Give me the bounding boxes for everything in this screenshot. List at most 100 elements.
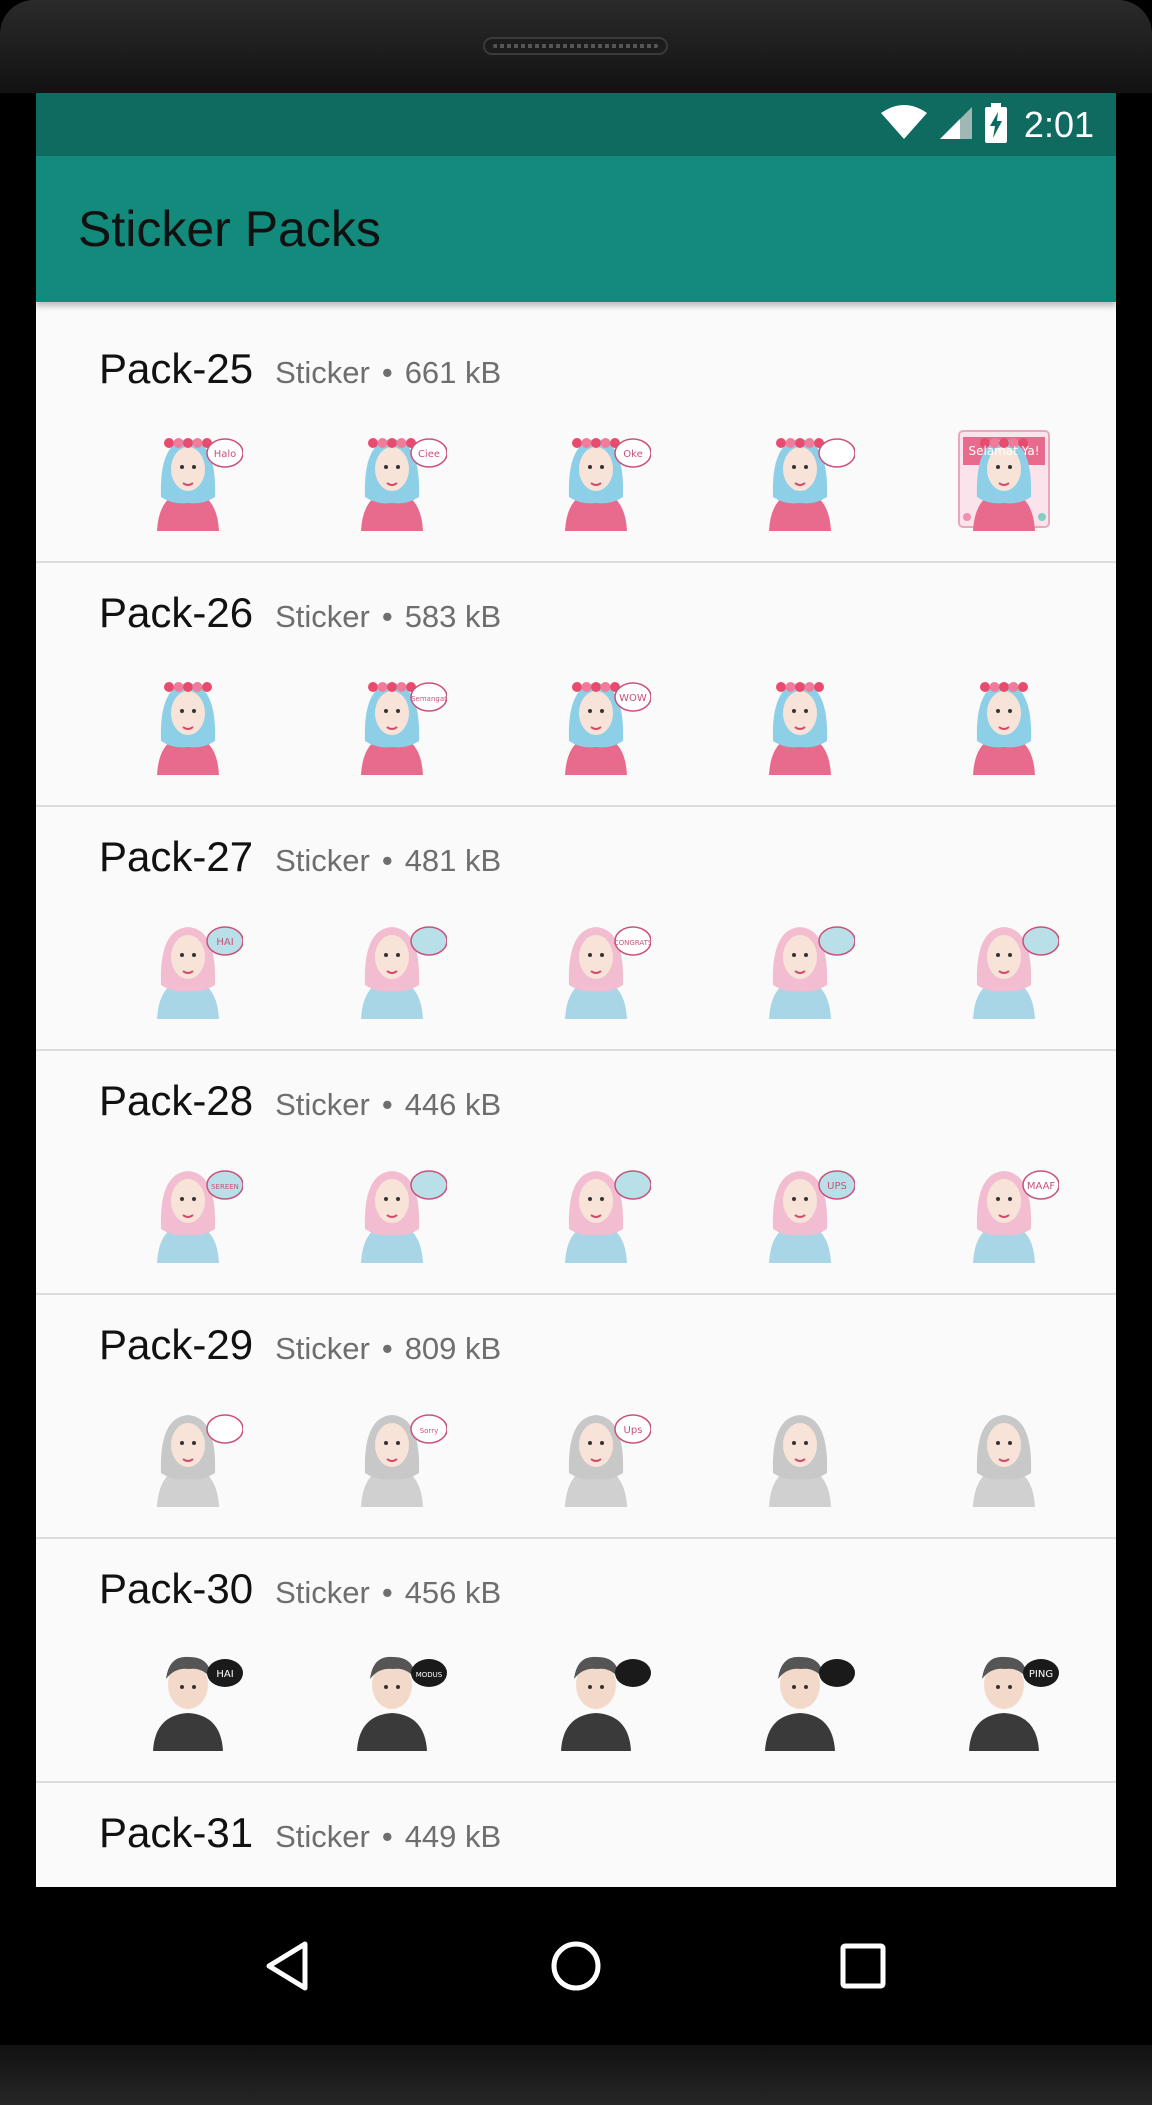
pack-type: Sticker bbox=[275, 599, 370, 634]
pack-header: Pack-26 Sticker • 583 kB bbox=[99, 589, 501, 637]
sticker-preview-row: Semangat WOW bbox=[86, 667, 1106, 777]
hijab-girl-sticker-icon: SEREEN bbox=[86, 1155, 290, 1265]
pack-type: Sticker bbox=[275, 355, 370, 390]
pack-size: 481 kB bbox=[404, 843, 502, 878]
young-man-sticker-icon bbox=[494, 1643, 698, 1753]
hijab-girl-sticker-icon bbox=[494, 1155, 698, 1265]
list-item[interactable]: Pack-27 Sticker • 481 kB HAI CONGRATS bbox=[36, 807, 1116, 1051]
svg-text:PING: PING bbox=[1029, 1669, 1053, 1680]
hijab-girl-sticker-icon: WOW bbox=[494, 667, 698, 777]
recents-icon[interactable] bbox=[828, 1931, 898, 2001]
svg-text:Halo: Halo bbox=[214, 449, 237, 460]
svg-text:Ciee: Ciee bbox=[418, 449, 440, 460]
hijab-girl-sticker-icon bbox=[902, 911, 1106, 1021]
meta-separator: • bbox=[381, 1819, 393, 1854]
pack-header: Pack-29 Sticker • 809 kB bbox=[99, 1321, 501, 1369]
sticker-preview-row: HAI MODUS PING bbox=[86, 1643, 1106, 1753]
svg-text:CONGRATS: CONGRATS bbox=[614, 939, 651, 947]
home-icon[interactable] bbox=[541, 1931, 611, 2001]
phone-screen: 2:01 Sticker Packs Pack-25 Sticker • 661 kB… bbox=[36, 93, 1116, 2045]
svg-text:HAI: HAI bbox=[216, 1669, 233, 1680]
pack-name: Pack-30 bbox=[99, 1565, 254, 1612]
meta-separator: • bbox=[381, 1575, 393, 1610]
hijab-girl-sticker-icon: Ciee bbox=[290, 423, 494, 533]
status-time: 2:01 bbox=[1023, 104, 1094, 145]
hijab-girl-sticker-icon bbox=[86, 667, 290, 777]
earpiece-speaker bbox=[483, 37, 668, 55]
device-bottom-bezel bbox=[0, 2045, 1152, 2105]
pack-header: Pack-31 Sticker • 449 kB bbox=[99, 1809, 501, 1857]
pack-name: Pack-31 bbox=[99, 1809, 254, 1856]
svg-text:WOW: WOW bbox=[619, 693, 647, 704]
sticker-preview-row: SEREEN UPS MAAF bbox=[86, 1155, 1106, 1265]
svg-text:HAI: HAI bbox=[216, 937, 233, 948]
hijab-girl-sticker-icon: HAI bbox=[86, 911, 290, 1021]
sticker-preview-row: HAI CONGRATS bbox=[86, 911, 1106, 1021]
svg-text:MODUS: MODUS bbox=[416, 1671, 443, 1679]
svg-text:UPS: UPS bbox=[827, 1181, 847, 1192]
hijab-girl-sticker-icon: CONGRATS bbox=[494, 911, 698, 1021]
wifi-icon bbox=[880, 104, 928, 146]
pack-type: Sticker bbox=[275, 1087, 370, 1122]
hijab-girl-sticker-icon bbox=[902, 1399, 1106, 1509]
list-item[interactable]: Pack-30 Sticker • 456 kB HAI MODUS PING bbox=[36, 1539, 1116, 1783]
hijab-girl-sticker-icon: UPS bbox=[698, 1155, 902, 1265]
back-icon[interactable] bbox=[254, 1931, 324, 2001]
sticker-pack-list[interactable]: Pack-25 Sticker • 661 kB Halo Ciee Oke Selamat … bbox=[36, 319, 1116, 1893]
list-item[interactable]: Pack-25 Sticker • 661 kB Halo Ciee Oke Selamat … bbox=[36, 319, 1116, 563]
pack-header: Pack-30 Sticker • 456 kB bbox=[99, 1565, 501, 1613]
meta-separator: • bbox=[381, 599, 393, 634]
cell-signal-icon bbox=[938, 105, 974, 146]
pack-type: Sticker bbox=[275, 1819, 370, 1854]
pack-name: Pack-27 bbox=[99, 833, 254, 880]
list-item[interactable]: Pack-26 Sticker • 583 kB Semangat WOW bbox=[36, 563, 1116, 807]
pack-size: 661 kB bbox=[404, 355, 502, 390]
pack-size: 583 kB bbox=[404, 599, 502, 634]
hijab-girl-sticker-icon bbox=[290, 1155, 494, 1265]
hijab-girl-sticker-icon: MAAF bbox=[902, 1155, 1106, 1265]
pack-type: Sticker bbox=[275, 843, 370, 878]
meta-separator: • bbox=[381, 1331, 393, 1366]
sticker-preview-row: Sorry Ups bbox=[86, 1399, 1106, 1509]
navigation-bar bbox=[36, 1887, 1116, 2045]
svg-text:MAAF: MAAF bbox=[1027, 1181, 1056, 1192]
list-item[interactable]: Pack-29 Sticker • 809 kB Sorry Ups bbox=[36, 1295, 1116, 1539]
svg-text:Semangat: Semangat bbox=[411, 695, 447, 703]
pack-size: 809 kB bbox=[404, 1331, 502, 1366]
hijab-girl-sticker-icon bbox=[698, 911, 902, 1021]
hijab-girl-sticker-icon bbox=[698, 423, 902, 533]
hijab-girl-sticker-icon: Sorry bbox=[290, 1399, 494, 1509]
hijab-girl-sticker-icon bbox=[290, 911, 494, 1021]
hijab-girl-sticker-icon bbox=[698, 667, 902, 777]
young-man-sticker-icon: MODUS bbox=[290, 1643, 494, 1753]
svg-text:SEREEN: SEREEN bbox=[211, 1183, 239, 1191]
young-man-sticker-icon: PING bbox=[902, 1643, 1106, 1753]
pack-name: Pack-25 bbox=[99, 345, 254, 392]
pack-name: Pack-26 bbox=[99, 589, 254, 636]
young-man-sticker-icon: HAI bbox=[86, 1643, 290, 1753]
pack-size: 456 kB bbox=[404, 1575, 502, 1610]
pack-header: Pack-27 Sticker • 481 kB bbox=[99, 833, 501, 881]
list-item[interactable]: Pack-28 Sticker • 446 kB SEREEN UPS MAAF bbox=[36, 1051, 1116, 1295]
svg-text:Selamat Ya!: Selamat Ya! bbox=[968, 444, 1039, 458]
hijab-girl-sticker-icon bbox=[698, 1399, 902, 1509]
pack-name: Pack-29 bbox=[99, 1321, 254, 1368]
page-title: Sticker Packs bbox=[78, 201, 381, 257]
battery-charging-icon bbox=[984, 102, 1008, 148]
hijab-girl-sticker-icon bbox=[86, 1399, 290, 1509]
device-top-bezel bbox=[0, 0, 1152, 93]
sticker-preview-row: Halo Ciee Oke Selamat Ya! bbox=[86, 423, 1106, 533]
pack-type: Sticker bbox=[275, 1575, 370, 1610]
hijab-girl-sticker-icon: Oke bbox=[494, 423, 698, 533]
app-bar: Sticker Packs bbox=[36, 156, 1116, 302]
list-item[interactable]: Pack-31 Sticker • 449 kB bbox=[36, 1783, 1116, 1893]
hijab-girl-sticker-icon: Semangat bbox=[290, 667, 494, 777]
pack-size: 449 kB bbox=[404, 1819, 502, 1854]
hijab-girl-sticker-icon bbox=[902, 667, 1106, 777]
svg-text:Sorry: Sorry bbox=[420, 1427, 439, 1435]
meta-separator: • bbox=[381, 843, 393, 878]
svg-text:Oke: Oke bbox=[623, 449, 642, 460]
pack-size: 446 kB bbox=[404, 1087, 502, 1122]
pack-header: Pack-25 Sticker • 661 kB bbox=[99, 345, 501, 393]
meta-separator: • bbox=[381, 1087, 393, 1122]
